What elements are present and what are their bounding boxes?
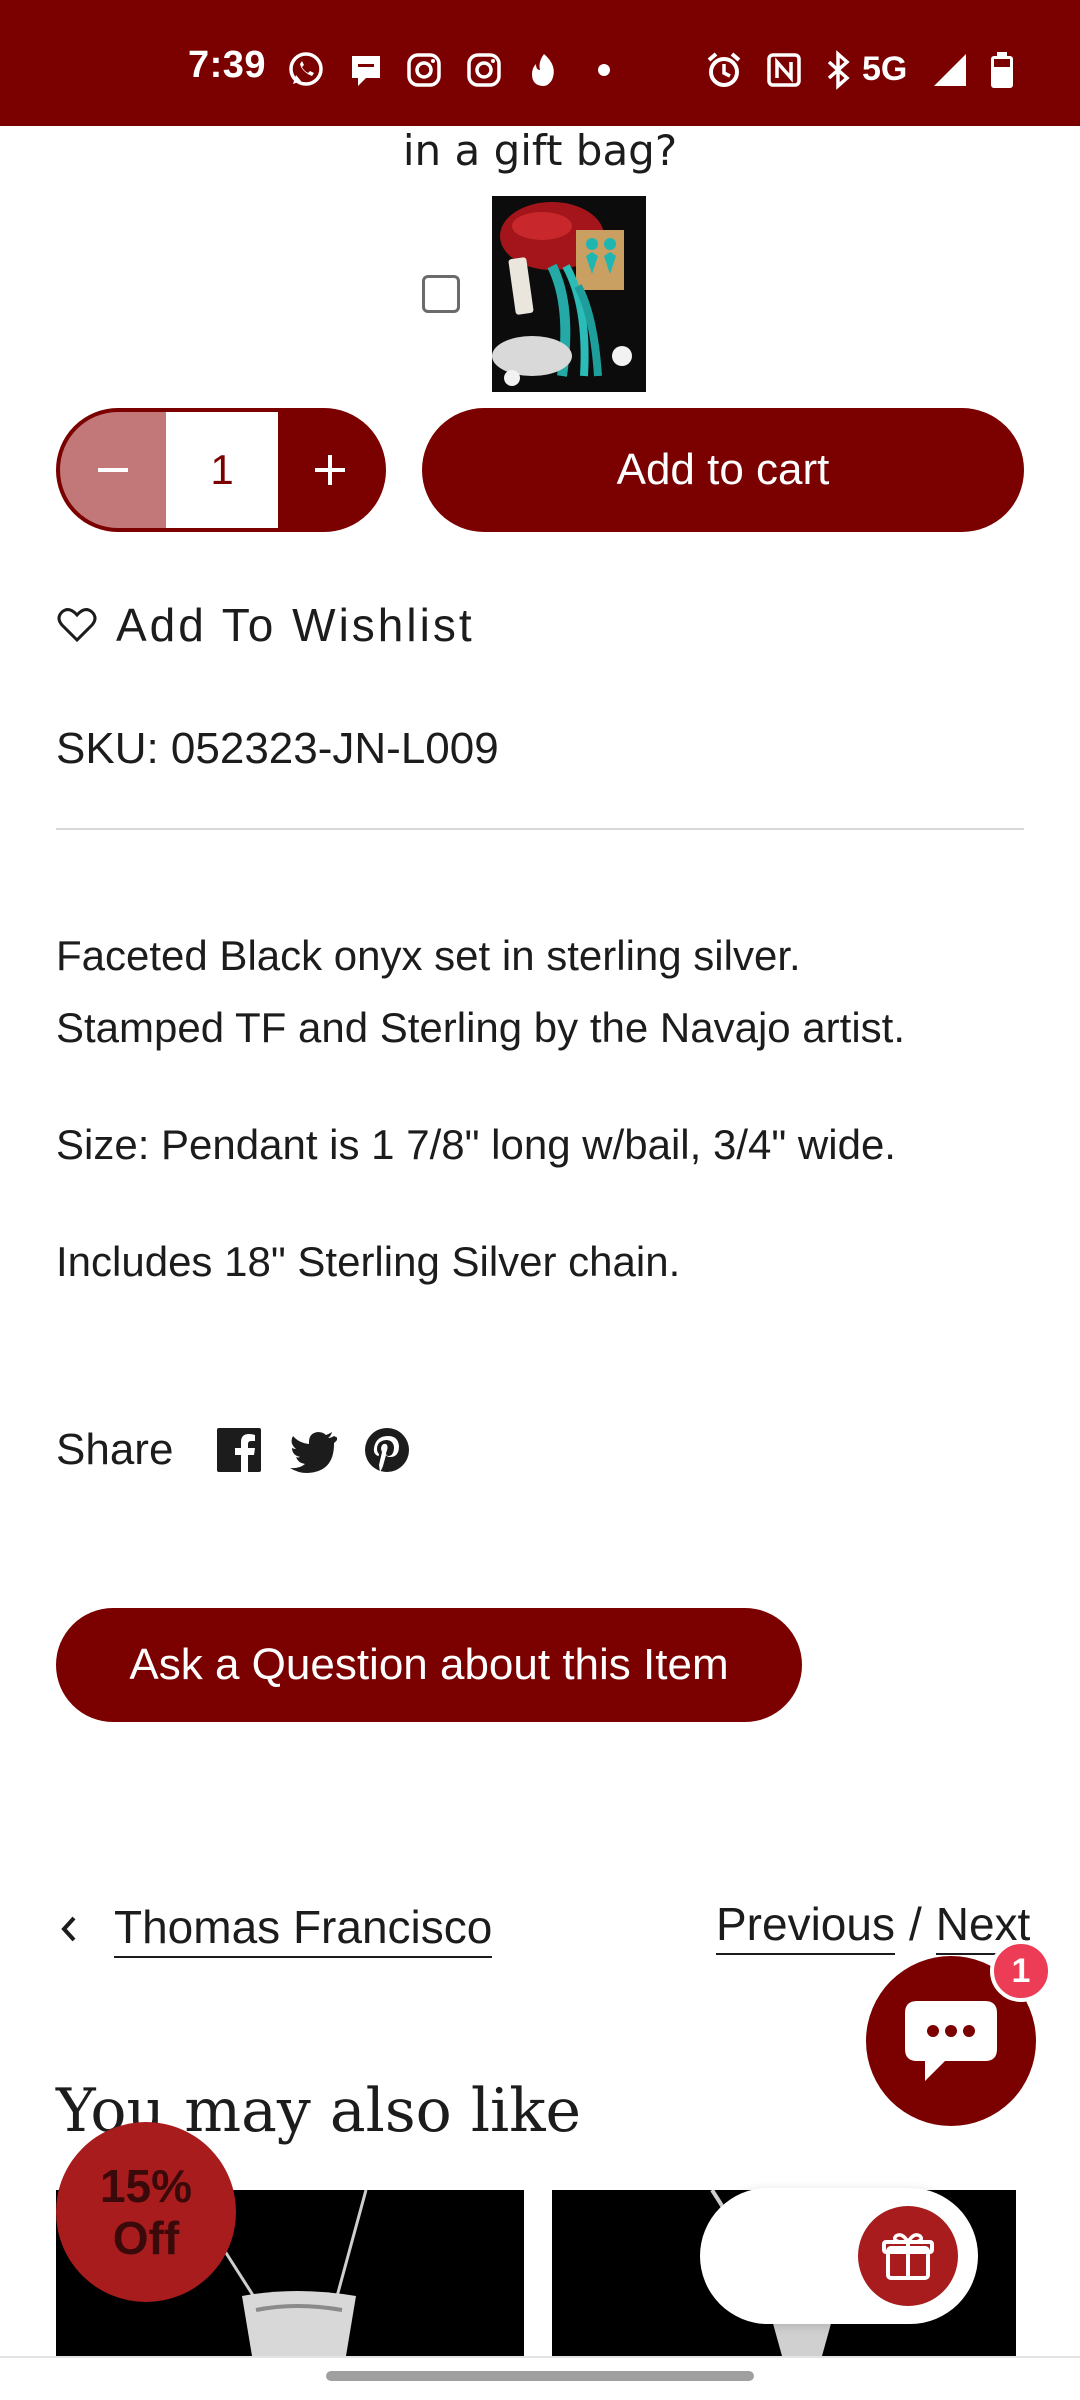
minus-icon	[98, 468, 128, 472]
discount-percent: 15%	[99, 2160, 193, 2212]
message-icon	[346, 50, 386, 90]
chat-bubble-icon	[905, 2001, 997, 2081]
plus-icon	[315, 455, 345, 485]
wishlist-label: Add To Wishlist	[116, 599, 475, 651]
whatsapp-icon	[286, 50, 326, 90]
description-size: Size: Pendant is 1 7/8" long w/bail, 3/4…	[56, 1121, 896, 1168]
notification-dot-icon	[584, 50, 624, 90]
status-time: 7:39	[188, 44, 267, 86]
discount-off: Off	[112, 2212, 180, 2264]
facebook-icon[interactable]	[215, 1426, 263, 1474]
share-row: Share	[56, 1425, 437, 1475]
bluetooth-icon	[818, 50, 858, 90]
gift-bag-question: in a gift bag?	[402, 126, 678, 175]
prev-next-nav: Previous / Next	[716, 1897, 1031, 1955]
discount-badge[interactable]: 15% Off	[56, 2122, 236, 2302]
home-indicator[interactable]	[326, 2371, 754, 2381]
twitter-icon[interactable]	[289, 1426, 338, 1474]
signal-icon	[930, 50, 970, 90]
battery-icon	[982, 50, 1022, 90]
share-label: Share	[56, 1425, 174, 1474]
heart-icon	[57, 608, 97, 643]
quantity-increase-button[interactable]	[278, 412, 382, 528]
description-chain: Includes 18" Sterling Silver chain.	[56, 1238, 681, 1285]
chat-unread-badge: 1	[990, 1940, 1052, 2002]
quantity-input[interactable]: 1	[166, 412, 278, 528]
add-to-wishlist-link[interactable]: Add To Wishlist	[56, 598, 475, 652]
pinterest-icon[interactable]	[363, 1426, 411, 1474]
quantity-stepper: 1	[56, 408, 386, 532]
instagram-icon-2	[464, 50, 504, 90]
description-line-1: Faceted Black onyx set in sterling silve…	[56, 932, 801, 979]
back-link-label: Thomas Francisco	[114, 1900, 493, 1958]
gift-bag-image	[492, 196, 646, 392]
instagram-icon	[404, 50, 444, 90]
sku-text: SKU: 052323-JN-L009	[56, 724, 499, 773]
back-to-collection-link[interactable]: Thomas Francisco	[56, 1900, 493, 1958]
gift-icon[interactable]	[858, 2206, 958, 2306]
nfc-icon	[764, 50, 804, 90]
description-line-2: Stamped TF and Sterling by the Navajo ar…	[56, 1004, 905, 1051]
previous-link[interactable]: Previous	[716, 1897, 895, 1955]
network-type: 5G	[862, 50, 908, 88]
bottom-divider	[0, 2356, 1080, 2358]
divider	[56, 828, 1024, 830]
status-bar: 7:39 5G	[0, 0, 1080, 126]
add-to-cart-button[interactable]: Add to cart	[422, 408, 1024, 532]
gift-bag-checkbox[interactable]	[422, 275, 460, 313]
nav-separator: /	[908, 1898, 922, 1950]
tinder-flame-icon	[524, 50, 564, 90]
chevron-left-icon	[61, 1916, 76, 1942]
quantity-decrease-button[interactable]	[60, 412, 166, 528]
ask-question-button[interactable]: Ask a Question about this Item	[56, 1608, 802, 1722]
alarm-icon	[704, 50, 744, 90]
